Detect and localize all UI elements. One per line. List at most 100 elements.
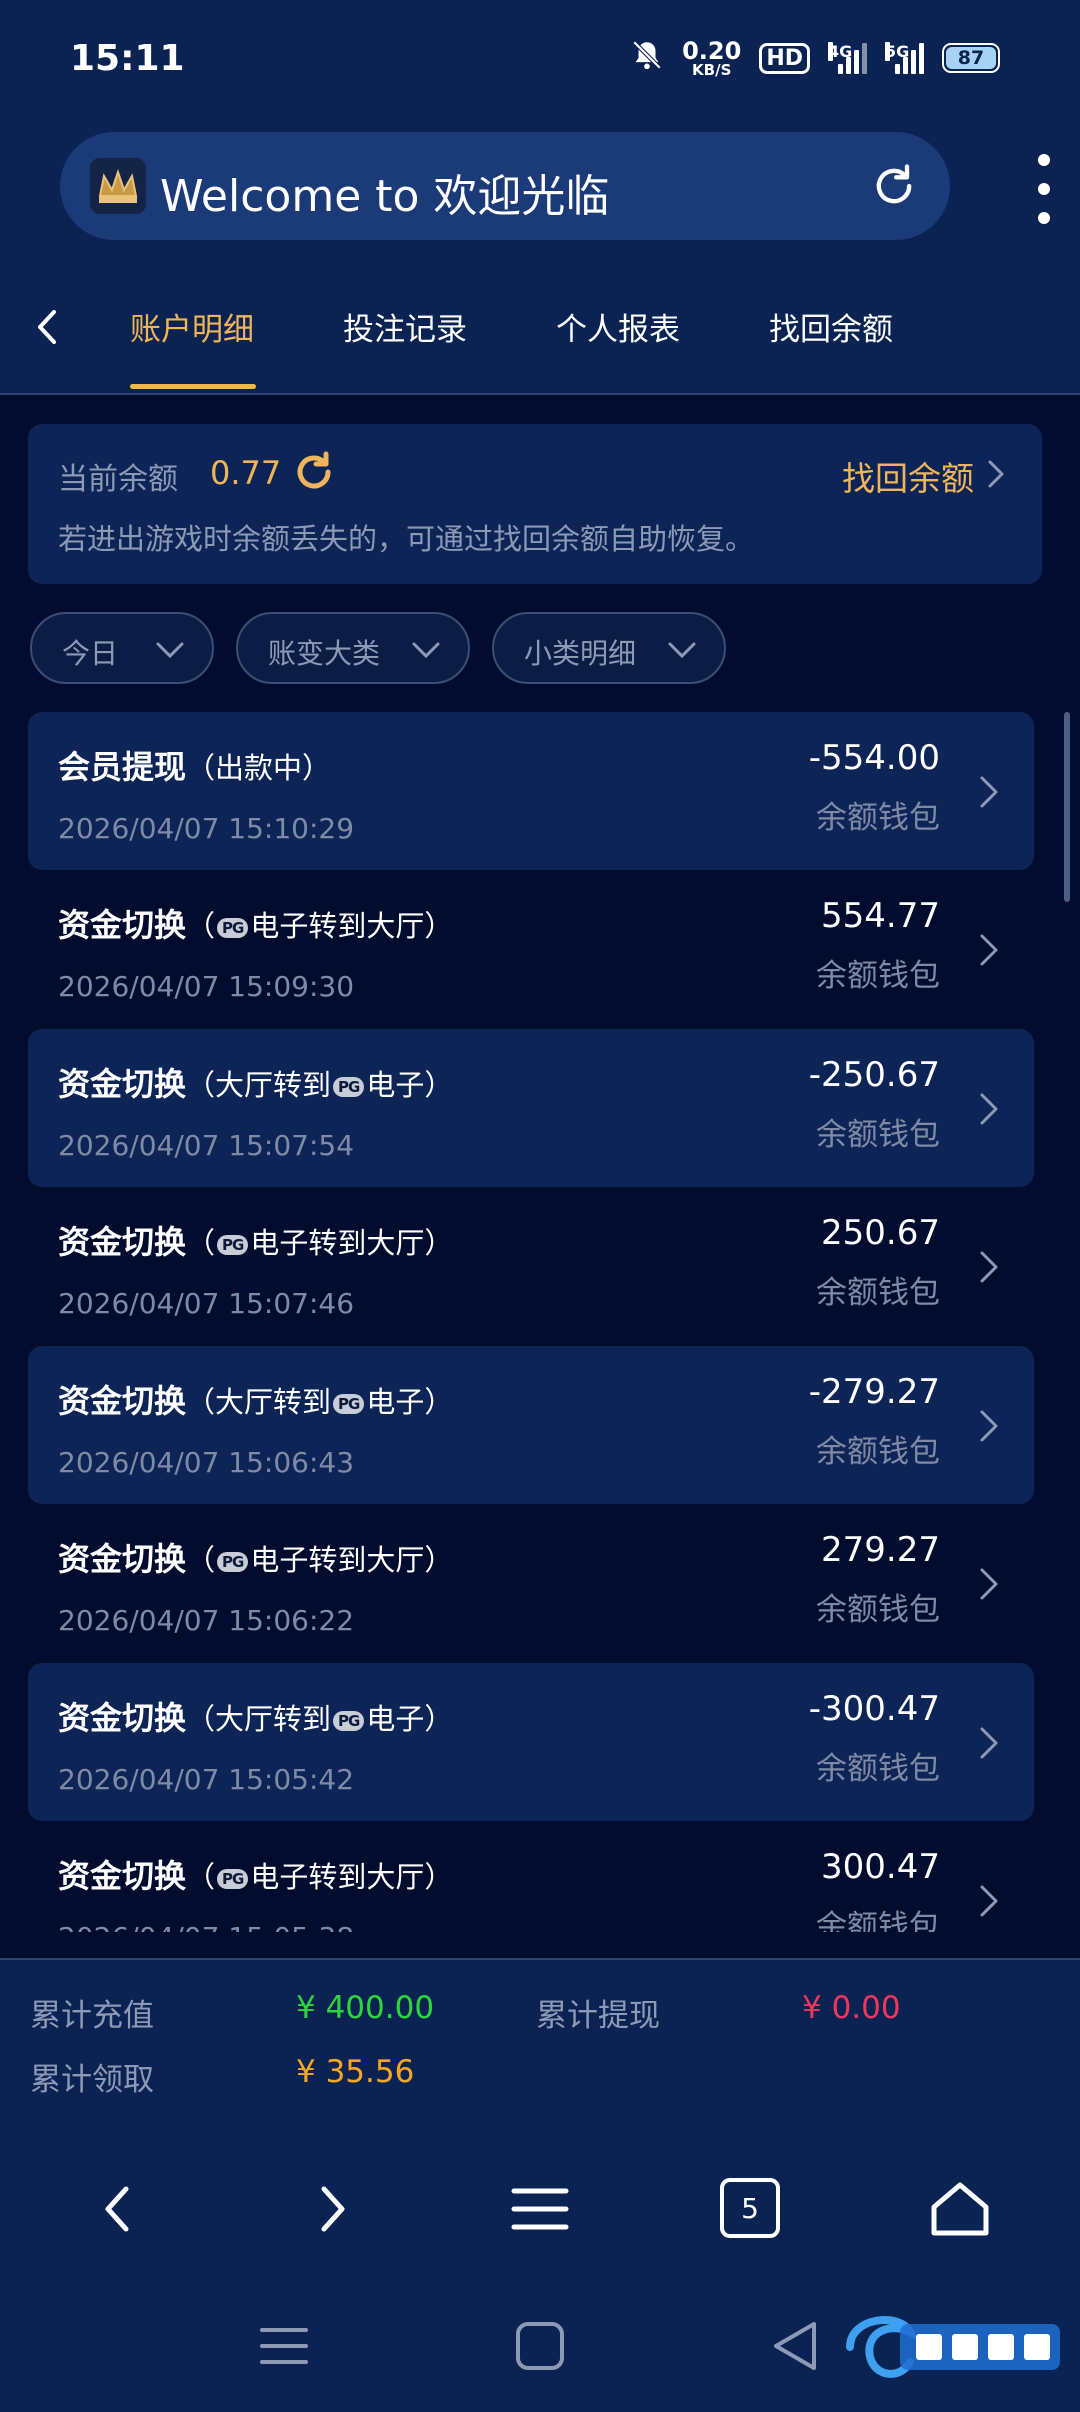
forward-icon[interactable] bbox=[298, 2177, 362, 2241]
tabs-count-button[interactable]: 5 bbox=[720, 2178, 780, 2238]
record-amount: 300.47 bbox=[821, 1847, 940, 1887]
system-nav-bar bbox=[0, 2282, 1080, 2412]
address-bar[interactable]: Welcome to 欢迎光临 bbox=[60, 132, 950, 240]
record-amount: 279.27 bbox=[821, 1530, 940, 1570]
chevron-right-icon bbox=[980, 776, 998, 808]
record-amount: -279.27 bbox=[808, 1372, 940, 1412]
home-square-icon[interactable] bbox=[510, 2316, 570, 2376]
balance-label: 当前余额 bbox=[58, 462, 178, 497]
chevron-right-icon bbox=[980, 1251, 998, 1283]
record-time: 2026/04/07 15:05:42 bbox=[58, 1763, 355, 1796]
browser-nav-bar: 5 bbox=[0, 2132, 1080, 2282]
tab-account-details[interactable]: 账户明细 bbox=[130, 304, 254, 349]
tab-bet-records[interactable]: 投注记录 bbox=[343, 304, 467, 349]
record-title: 资金切换 bbox=[58, 1223, 187, 1261]
chevron-right-icon[interactable] bbox=[982, 454, 1010, 494]
battery-icon: 87 bbox=[942, 43, 1000, 73]
filter-date[interactable]: 今日 bbox=[30, 612, 214, 684]
record-title: 会员提现 bbox=[58, 748, 187, 786]
record-wallet: 余额钱包 bbox=[816, 1592, 940, 1628]
withdraw-label: 累计提现 bbox=[536, 1998, 660, 2034]
pg-logo-icon: PG bbox=[333, 1077, 365, 1097]
record-title: 资金切换 bbox=[58, 1699, 187, 1737]
chevron-right-icon bbox=[980, 1727, 998, 1759]
pg-logo-icon: PG bbox=[217, 1869, 249, 1889]
filter-sub-category[interactable]: 小类明细 bbox=[492, 612, 726, 684]
status-bar: 15:11 0.20 KB/S HD 4G 5G 87 bbox=[0, 0, 1080, 120]
list-item[interactable]: 资金切换（大厅转到 PG 电子） 2026/04/07 15:06:43 -279.… bbox=[28, 1346, 1034, 1504]
pg-logo-icon: PG bbox=[217, 1235, 249, 1255]
net-speed: 0.20 KB/S bbox=[682, 36, 742, 79]
record-wallet: 余额钱包 bbox=[816, 1117, 940, 1153]
chevron-down-icon bbox=[412, 642, 440, 659]
browser-toolbar: Welcome to 欢迎光临 bbox=[0, 120, 1080, 260]
record-wallet: 余额钱包 bbox=[816, 958, 940, 994]
list-item[interactable]: 会员提现（出款中） 2026/04/07 15:10:29 -554.00 余额… bbox=[28, 712, 1034, 870]
list-item[interactable]: 资金切换（大厅转到 PG 电子） 2026/04/07 15:05:42 -300.… bbox=[28, 1663, 1034, 1821]
list-item[interactable]: 资金切换（PG电子转到大厅） 2026/04/07 15:05:38 300.4… bbox=[28, 1821, 1034, 1932]
record-time: 2026/04/07 15:07:46 bbox=[58, 1287, 355, 1320]
home-icon[interactable] bbox=[928, 2177, 992, 2241]
balance-value: 0.77 bbox=[210, 454, 282, 492]
signal-4g-icon: 4G bbox=[828, 42, 867, 74]
watermark-logo-icon bbox=[846, 2316, 1060, 2378]
record-title: 资金切换 bbox=[58, 1065, 187, 1103]
record-list: 会员提现（出款中） 2026/04/07 15:10:29 -554.00 余额… bbox=[0, 712, 1080, 1932]
record-title: 资金切换 bbox=[58, 1382, 187, 1420]
bell-mute-icon bbox=[630, 38, 664, 78]
record-amount: -300.47 bbox=[808, 1689, 940, 1729]
balance-refresh-icon[interactable] bbox=[290, 448, 338, 496]
list-item[interactable]: 资金切换（ PG 电子转到大厅） 2026/04/07 15:06:22 279.2… bbox=[28, 1504, 1034, 1662]
record-amount: -554.00 bbox=[808, 738, 940, 778]
scrollbar[interactable] bbox=[1064, 712, 1070, 902]
record-wallet: 余额钱包 bbox=[816, 800, 940, 836]
chevron-right-icon bbox=[980, 1568, 998, 1600]
record-wallet: 余额钱包 bbox=[816, 1434, 940, 1470]
more-menu-icon[interactable] bbox=[1034, 154, 1054, 224]
record-title: 资金切换 bbox=[58, 1540, 187, 1578]
record-time: 2026/04/07 15:07:54 bbox=[58, 1129, 355, 1162]
menu-icon[interactable] bbox=[508, 2177, 572, 2241]
record-wallet: 余额钱包 bbox=[816, 1909, 940, 1932]
record-time: 2026/04/07 15:09:30 bbox=[58, 970, 355, 1003]
refresh-icon[interactable] bbox=[868, 160, 920, 212]
tab-personal-report[interactable]: 个人报表 bbox=[556, 304, 680, 349]
balance-card: 当前余额 0.77 找回余额 若进出游戏时余额丢失的，可通过找回余额自助恢复。 bbox=[28, 424, 1042, 584]
chevron-right-icon bbox=[980, 1885, 998, 1917]
chevron-down-icon bbox=[668, 642, 696, 659]
crown-logo-icon bbox=[90, 158, 146, 214]
hd-icon: HD bbox=[759, 42, 810, 74]
status-time: 15:11 bbox=[70, 38, 185, 79]
record-time: 2026/04/07 15:06:22 bbox=[58, 1604, 355, 1637]
tab-recover-balance[interactable]: 找回余额 bbox=[769, 304, 893, 349]
claim-label: 累计领取 bbox=[30, 2062, 154, 2098]
record-amount: 554.77 bbox=[821, 896, 940, 936]
record-amount: 250.67 bbox=[821, 1213, 940, 1253]
chevron-right-icon bbox=[980, 1410, 998, 1442]
list-item[interactable]: 资金切换（ PG 电子转到大厅） 2026/04/07 15:09:30 554.7… bbox=[28, 870, 1034, 1028]
record-time: 2026/04/07 15:10:29 bbox=[58, 812, 355, 845]
page-title: Welcome to 欢迎光临 bbox=[160, 171, 610, 222]
filter-major-category[interactable]: 账变大类 bbox=[236, 612, 470, 684]
list-item[interactable]: 资金切换（大厅转到 PG 电子） 2026/04/07 15:07:54 -250.… bbox=[28, 1029, 1034, 1187]
totals-panel: 累计充值 ¥ 400.00 累计提现 ¥ 0.00 累计领取 ¥ 35.56 bbox=[0, 1958, 1080, 2132]
pg-logo-icon: PG bbox=[217, 1552, 249, 1572]
signal-5g-icon: 5G bbox=[885, 42, 924, 74]
list-item[interactable]: 资金切换（ PG 电子转到大厅） 2026/04/07 15:07:46 250.6… bbox=[28, 1187, 1034, 1345]
chevron-right-icon bbox=[980, 934, 998, 966]
recover-balance-link[interactable]: 找回余额 bbox=[842, 452, 974, 500]
record-title: 资金切换 bbox=[58, 1857, 187, 1895]
back-icon[interactable] bbox=[88, 2177, 152, 2241]
claim-value: ¥ 35.56 bbox=[296, 2054, 415, 2090]
chevron-down-icon bbox=[156, 642, 184, 659]
back-triangle-icon[interactable] bbox=[766, 2316, 826, 2376]
recent-apps-icon[interactable] bbox=[254, 2316, 314, 2376]
record-title: 资金切换 bbox=[58, 906, 187, 944]
tab-bar: 账户明细 投注记录 个人报表 找回余额 bbox=[0, 260, 1080, 395]
balance-hint: 若进出游戏时余额丢失的，可通过找回余额自助恢复。 bbox=[58, 522, 755, 556]
withdraw-value: ¥ 0.00 bbox=[802, 1990, 901, 2026]
pg-logo-icon: PG bbox=[333, 1711, 365, 1731]
recharge-label: 累计充值 bbox=[30, 1998, 154, 2034]
back-chevron-icon[interactable] bbox=[28, 302, 68, 352]
recharge-value: ¥ 400.00 bbox=[296, 1990, 435, 2026]
